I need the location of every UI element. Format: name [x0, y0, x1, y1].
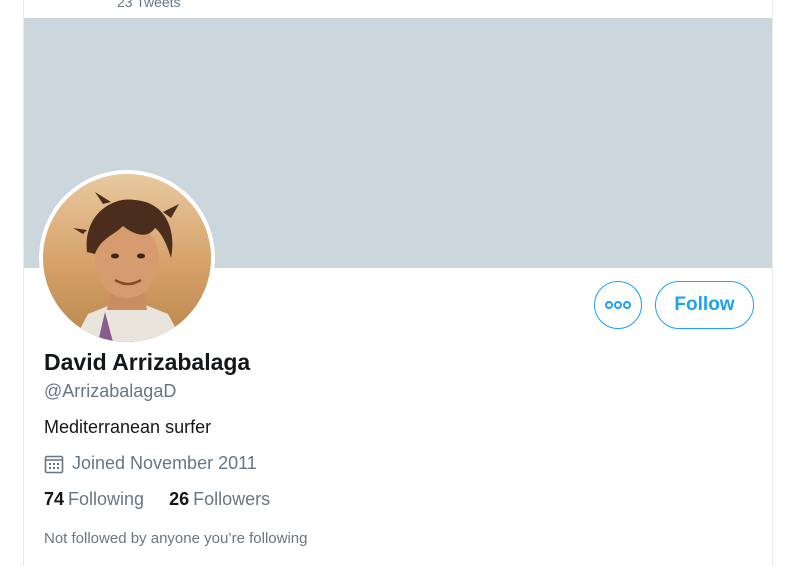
profile-bio: Mediterranean surfer [44, 417, 212, 437]
join-date: Joined November 2011 [44, 453, 257, 474]
profile-stats: 74 Following 26 Followers [44, 489, 270, 510]
profile-page: 23 Tweets Follow David Arrizabalaga @Arr… [0, 0, 796, 566]
join-date-text: Joined November 2011 [72, 453, 257, 473]
following-link[interactable]: 74 Following [44, 489, 144, 510]
more-options-button[interactable] [594, 281, 642, 329]
followers-count: 26 [169, 489, 190, 509]
following-label: Following [68, 489, 145, 509]
profile-column: 23 Tweets Follow David Arrizabalaga @Arr… [23, 0, 773, 566]
following-count: 74 [44, 489, 65, 509]
followers-link[interactable]: 26 Followers [169, 489, 270, 510]
tweet-count: 23 Tweets [117, 0, 181, 10]
profile-header-bar: 23 Tweets [24, 0, 772, 18]
calendar-icon [44, 455, 64, 473]
display-name: David Arrizabalaga [44, 349, 251, 375]
follow-button[interactable]: Follow [655, 281, 754, 329]
user-handle: @ArrizabalagaD [44, 381, 177, 401]
followers-label: Followers [193, 489, 271, 509]
more-icon [605, 301, 631, 309]
followed-by-info: Not followed by anyone you’re following [44, 530, 308, 547]
avatar[interactable] [39, 170, 215, 346]
avatar-photo [43, 174, 211, 342]
